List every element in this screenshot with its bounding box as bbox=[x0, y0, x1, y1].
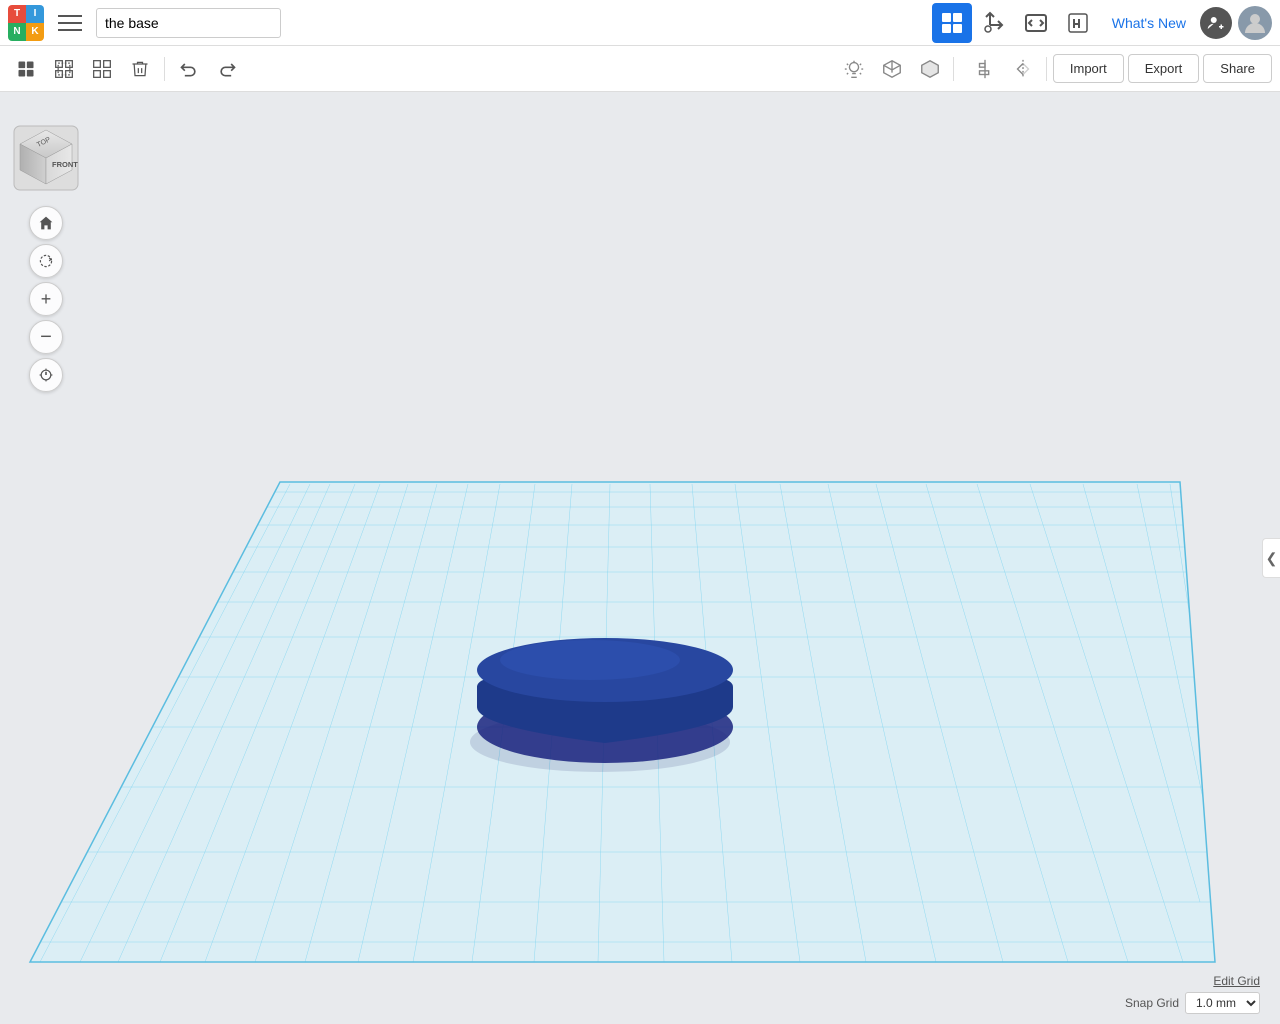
bottom-right-controls: Edit Grid Snap Grid 1.0 mm 0.5 mm 0.1 mm… bbox=[1125, 974, 1260, 1014]
logo-k: K bbox=[26, 23, 44, 41]
solid-view-button[interactable] bbox=[913, 52, 947, 86]
avatar[interactable] bbox=[1238, 6, 1272, 40]
schematic-view-button[interactable] bbox=[974, 3, 1014, 43]
logo-n: N bbox=[8, 23, 26, 41]
fit-view-button[interactable] bbox=[29, 358, 63, 392]
view-options bbox=[837, 52, 947, 86]
topbar: T I N K bbox=[0, 0, 1280, 46]
plus-icon: + bbox=[41, 290, 52, 308]
3d-view-button[interactable] bbox=[932, 3, 972, 43]
redo-button[interactable] bbox=[209, 51, 245, 87]
group-button[interactable] bbox=[46, 51, 82, 87]
snap-grid-label: Snap Grid bbox=[1125, 996, 1179, 1010]
new-shape-button[interactable] bbox=[8, 51, 44, 87]
logo-i: I bbox=[26, 5, 44, 23]
export-button[interactable]: Export bbox=[1128, 54, 1200, 83]
light-bulb-button[interactable] bbox=[837, 52, 871, 86]
align-button[interactable] bbox=[968, 52, 1002, 86]
rotate-view-button[interactable] bbox=[29, 244, 63, 278]
workplane: arte bbox=[0, 92, 1280, 1024]
codeblocks-button[interactable] bbox=[1016, 3, 1056, 43]
logo-t: T bbox=[8, 5, 26, 23]
import-button[interactable]: Import bbox=[1053, 54, 1124, 83]
simulate-button[interactable] bbox=[1058, 3, 1098, 43]
action-buttons: Import Export Share bbox=[1053, 54, 1272, 83]
canvas-area[interactable]: arte bbox=[0, 92, 1280, 1024]
home-view-button[interactable] bbox=[29, 206, 63, 240]
toolbar: Import Export Share bbox=[0, 46, 1280, 92]
share-button[interactable]: Share bbox=[1203, 54, 1272, 83]
undo-button[interactable] bbox=[171, 51, 207, 87]
tinkercad-logo[interactable]: T I N K bbox=[8, 5, 44, 41]
project-name-input[interactable] bbox=[96, 8, 281, 38]
mirror-button[interactable] bbox=[1006, 52, 1040, 86]
zoom-out-button[interactable]: − bbox=[29, 320, 63, 354]
ungroup-button[interactable] bbox=[84, 51, 120, 87]
minus-icon: − bbox=[40, 329, 52, 345]
align-tools bbox=[968, 52, 1040, 86]
snap-grid-row: Snap Grid 1.0 mm 0.5 mm 0.1 mm 2.0 mm bbox=[1125, 992, 1260, 1014]
delete-button[interactable] bbox=[122, 51, 158, 87]
menu-button[interactable] bbox=[50, 3, 90, 43]
chevron-left-icon: ❮ bbox=[1266, 550, 1278, 567]
add-user-button[interactable] bbox=[1200, 7, 1232, 39]
edit-grid-label[interactable]: Edit Grid bbox=[1213, 974, 1260, 988]
view-cube[interactable]: FRONT TOP bbox=[10, 122, 82, 194]
right-panel-toggle[interactable]: ❮ bbox=[1262, 538, 1280, 578]
snap-grid-select[interactable]: 1.0 mm 0.5 mm 0.1 mm 2.0 mm bbox=[1185, 992, 1260, 1014]
left-controls: FRONT TOP + − bbox=[10, 92, 82, 392]
view-mode-icons bbox=[932, 3, 1098, 43]
whats-new-button[interactable]: What's New bbox=[1104, 11, 1194, 35]
zoom-in-button[interactable]: + bbox=[29, 282, 63, 316]
svg-text:FRONT: FRONT bbox=[52, 160, 78, 169]
wireframe-button[interactable] bbox=[875, 52, 909, 86]
